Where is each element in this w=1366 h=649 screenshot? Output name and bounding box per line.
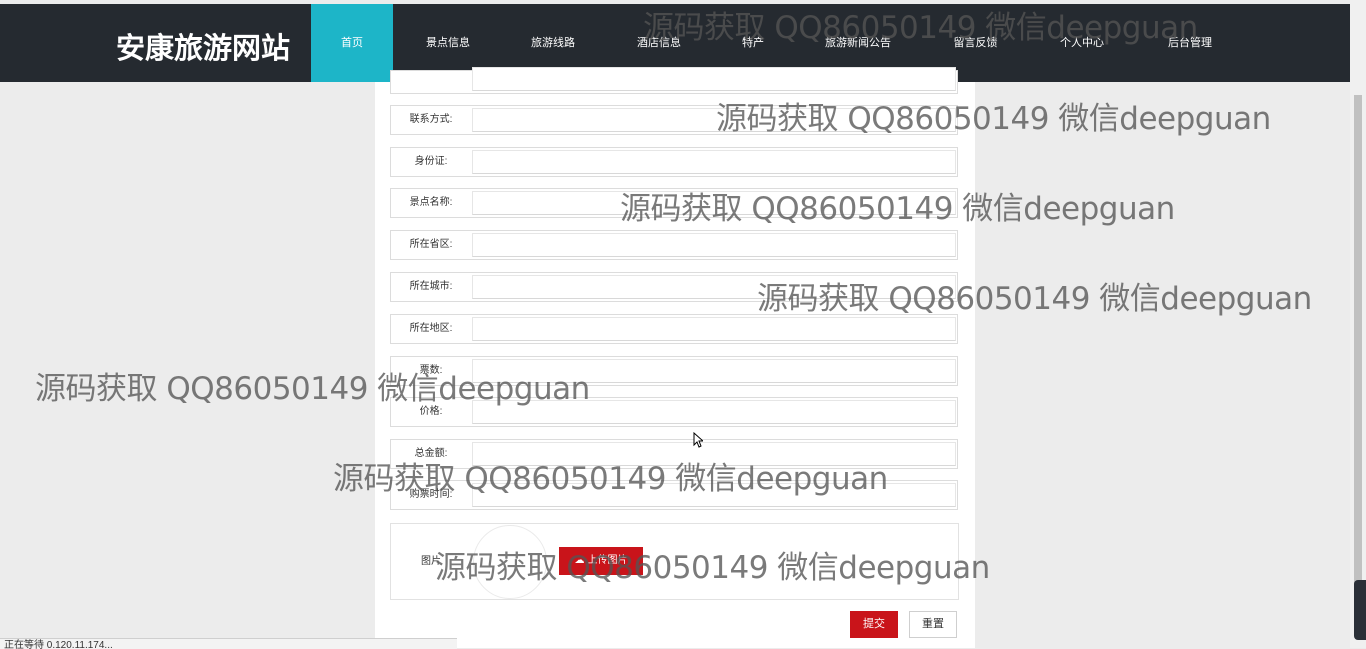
district-input[interactable]	[472, 317, 956, 341]
cloud-upload-icon: ☁	[574, 555, 585, 566]
field-label: 价格:	[419, 406, 443, 417]
form-row-contact: 联系方式:	[390, 105, 958, 135]
field-label: 景点名称:	[409, 197, 453, 208]
scrollbar-thumb[interactable]	[1354, 95, 1362, 605]
province-input[interactable]	[472, 233, 956, 257]
field-label: 所在城市:	[409, 281, 453, 292]
field-label: 身份证:	[414, 156, 448, 167]
upload-label: 上传图片	[587, 555, 628, 566]
field-label: 所在省区:	[409, 239, 453, 250]
city-input[interactable]	[472, 275, 956, 299]
form-row-partial	[390, 67, 958, 94]
order-form-panel: 联系方式: 身份证: 景点名称: 所在省区: 所在城市: 所在地区: 票数: 价…	[375, 67, 975, 648]
reset-button[interactable]: 重置	[909, 611, 957, 638]
nav-home[interactable]: 首页	[311, 4, 393, 82]
form-row-image: 图片 ☁ 上传图片	[390, 523, 959, 600]
form-row-total: 总金额:	[390, 439, 958, 469]
id-card-input[interactable]	[472, 150, 956, 174]
vertical-scrollbar[interactable]	[1350, 0, 1366, 648]
nav-personal-center[interactable]: 个人中心	[1026, 4, 1138, 82]
field-label: 所在地区:	[409, 323, 453, 334]
ticket-count-input[interactable]	[472, 359, 956, 383]
field-label: 总金额:	[414, 448, 448, 459]
side-widget[interactable]	[1354, 580, 1366, 640]
form-row-attraction: 景点名称:	[390, 188, 958, 218]
form-row-city: 所在城市:	[390, 272, 958, 302]
image-preview	[473, 525, 547, 599]
nav-admin[interactable]: 后台管理	[1138, 4, 1242, 82]
field-label: 联系方式:	[409, 114, 453, 125]
form-row-district: 所在地区:	[390, 314, 958, 344]
field-label: 图片	[421, 556, 441, 567]
form-row-purchase-time: 购票时间:	[390, 480, 958, 510]
attraction-name-input[interactable]	[472, 191, 956, 215]
upload-image-button[interactable]: ☁ 上传图片	[559, 547, 643, 575]
site-title[interactable]: 安康旅游网站	[116, 25, 290, 67]
field-label: 购票时间:	[409, 489, 453, 500]
form-row-tickets: 票数:	[390, 356, 958, 386]
purchase-time-input[interactable]	[472, 483, 956, 507]
field-label: 票数:	[419, 365, 443, 376]
partial-input[interactable]	[472, 67, 956, 91]
mouse-cursor-icon	[693, 432, 703, 448]
form-row-price: 价格:	[390, 397, 958, 427]
total-amount-input[interactable]	[472, 442, 956, 466]
contact-input[interactable]	[472, 108, 956, 132]
submit-button[interactable]: 提交	[850, 611, 898, 638]
form-row-province: 所在省区:	[390, 230, 958, 260]
browser-status-bar: 正在等待 0.120.11.174...	[0, 638, 457, 649]
form-row-id-card: 身份证:	[390, 147, 958, 177]
price-input[interactable]	[472, 400, 956, 424]
